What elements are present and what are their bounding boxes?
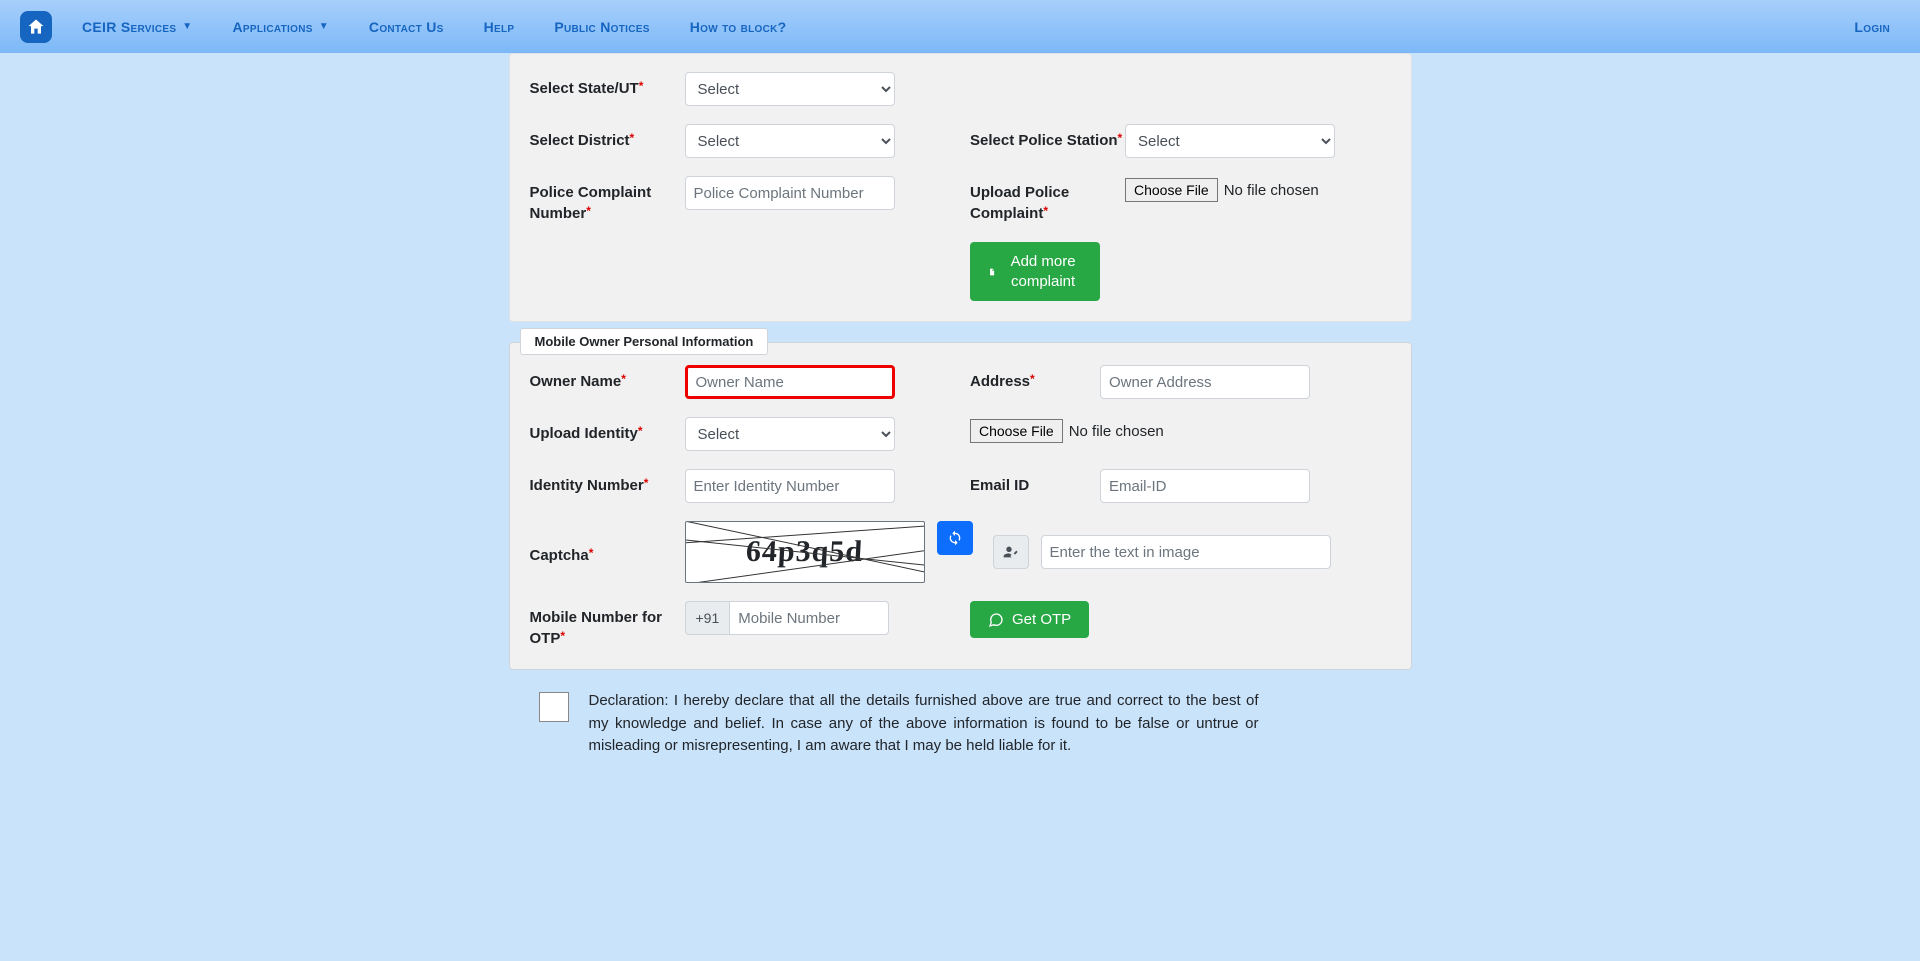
- identity-number-label: Identity Number*: [530, 469, 685, 496]
- police-station-label: Select Police Station*: [970, 124, 1125, 151]
- owner-info-fieldset: Mobile Owner Personal Information Owner …: [509, 342, 1412, 670]
- nav-contact-us[interactable]: Contact Us: [369, 19, 444, 35]
- nav-label: Applications: [233, 19, 313, 35]
- district-select[interactable]: Select: [685, 124, 895, 158]
- identity-select[interactable]: Select: [685, 417, 895, 451]
- owner-info-legend: Mobile Owner Personal Information: [520, 328, 769, 355]
- add-more-complaint-button[interactable]: Add more complaint: [970, 242, 1100, 301]
- phone-prefix: +91: [685, 601, 730, 635]
- chat-icon: [988, 612, 1004, 628]
- nav-label: CEIR Services: [82, 19, 176, 35]
- user-check-icon: [1003, 544, 1019, 560]
- nav-help[interactable]: Help: [484, 19, 515, 35]
- get-otp-button[interactable]: Get OTP: [970, 601, 1089, 638]
- otp-mobile-label: Mobile Number for OTP*: [530, 601, 685, 649]
- identity-no-file-text: No file chosen: [1069, 423, 1164, 440]
- state-label: Select State/UT*: [530, 72, 685, 99]
- choose-file-button[interactable]: Choose File: [1125, 178, 1218, 202]
- refresh-icon: [947, 530, 963, 546]
- nav-applications[interactable]: Applications ▼: [233, 19, 329, 35]
- chevron-down-icon: ▼: [182, 21, 192, 32]
- nav-ceir-services[interactable]: CEIR Services ▼: [82, 19, 193, 35]
- nav-how-to-block[interactable]: How to block?: [690, 19, 787, 35]
- state-select[interactable]: Select: [685, 72, 895, 106]
- complaint-number-input[interactable]: [685, 176, 895, 210]
- police-station-select[interactable]: Select: [1125, 124, 1335, 158]
- file-icon: [988, 265, 996, 279]
- otp-mobile-input[interactable]: [729, 601, 889, 635]
- email-input[interactable]: [1100, 469, 1310, 503]
- button-label: Add more complaint: [1004, 252, 1082, 291]
- email-label: Email ID: [970, 469, 1100, 496]
- district-label: Select District*: [530, 124, 685, 151]
- declaration-text: Declaration: I hereby declare that all t…: [589, 690, 1259, 758]
- address-label: Address*: [970, 365, 1100, 392]
- complaint-number-label: Police Complaint Number*: [530, 176, 685, 224]
- upload-identity-label: Upload Identity*: [530, 417, 685, 444]
- nav-login[interactable]: Login: [1854, 19, 1890, 35]
- captcha-user-icon-button[interactable]: [993, 535, 1029, 569]
- button-label: Get OTP: [1012, 611, 1071, 628]
- owner-name-label: Owner Name*: [530, 365, 685, 392]
- upload-complaint-label: Upload Police Complaint*: [970, 176, 1125, 224]
- navbar: CEIR Services▼ Applications▼ Contact Us …: [0, 0, 1920, 53]
- nav-public-notices[interactable]: Public Notices: [554, 19, 649, 35]
- owner-name-input[interactable]: [685, 365, 895, 399]
- declaration-checkbox[interactable]: [539, 692, 569, 722]
- captcha-input[interactable]: [1041, 535, 1331, 569]
- home-icon[interactable]: [20, 11, 52, 43]
- identity-choose-file-button[interactable]: Choose File: [970, 419, 1063, 443]
- refresh-captcha-button[interactable]: [937, 521, 973, 555]
- no-file-text: No file chosen: [1224, 182, 1319, 199]
- captcha-image: 64p3q5d: [685, 521, 925, 583]
- identity-number-input[interactable]: [685, 469, 895, 503]
- lost-info-card: Select State/UT* Select Select District*…: [509, 53, 1412, 322]
- chevron-down-icon: ▼: [319, 21, 329, 32]
- captcha-label: Captcha*: [530, 539, 685, 566]
- address-input[interactable]: [1100, 365, 1310, 399]
- declaration-row: Declaration: I hereby declare that all t…: [509, 670, 1412, 758]
